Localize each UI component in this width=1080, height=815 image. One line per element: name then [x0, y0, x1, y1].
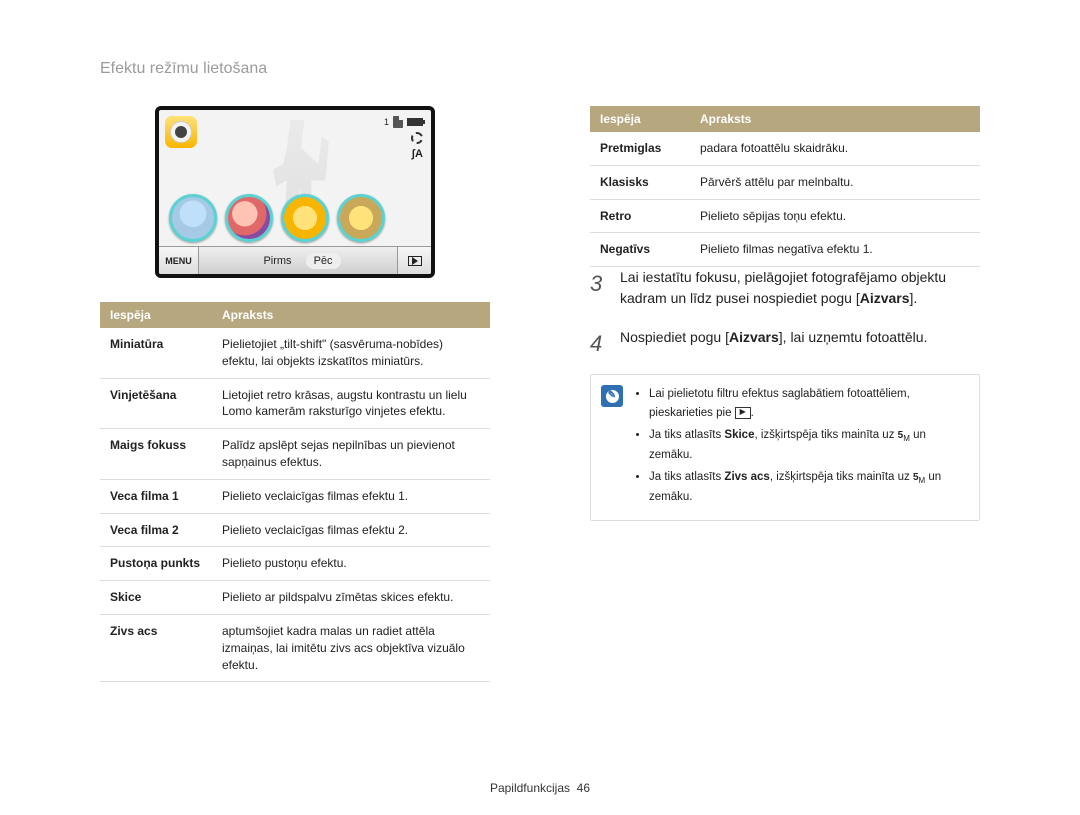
step-number: 3: [590, 267, 608, 309]
effect-thumbnails[interactable]: [169, 194, 385, 242]
playback-icon: ▶: [735, 407, 751, 419]
page-footer: Papildfunkcijas 46: [0, 781, 1080, 795]
shot-count: 1: [384, 117, 389, 127]
battery-icon: [407, 118, 423, 126]
note-item: Ja tiks atlasīts Skice, izšķirtspēja tik…: [649, 426, 967, 464]
table-row: SkicePielieto ar pildspalvu zīmētas skic…: [100, 581, 490, 615]
thumb-4[interactable]: [337, 194, 385, 242]
step-4: 4 Nospiediet pogu [Aizvars], lai uzņemtu…: [590, 327, 980, 360]
gear-icon: [411, 132, 423, 144]
effects-table-left: Iespēja Apraksts MiniatūraPielietojiet „…: [100, 302, 490, 682]
step-number: 4: [590, 327, 608, 360]
table-row: KlasisksPārvērš attēlu par melnbaltu.: [590, 165, 980, 199]
table-row: Maigs fokussPalīdz apslēpt sejas nepilnī…: [100, 429, 490, 480]
note-item: Lai pielietotu filtru efektus saglabātie…: [649, 385, 967, 422]
before-label: Pirms: [255, 253, 299, 269]
col-desc: Apraksts: [212, 302, 490, 328]
col-desc: Apraksts: [690, 106, 980, 132]
table-row: Veca filma 1Pielieto veclaicīgas filmas …: [100, 479, 490, 513]
table-row: Zivs acsaptumšojiet kadra malas un radie…: [100, 614, 490, 681]
table-row: RetroPielieto sēpijas toņu efektu.: [590, 199, 980, 233]
col-option: Iespēja: [100, 302, 212, 328]
menu-button[interactable]: MENU: [159, 247, 199, 274]
after-label: Pēc: [306, 253, 341, 269]
note-box: ✎ Lai pielietotu filtru efektus saglabāt…: [590, 374, 980, 521]
5m-icon: 5M: [898, 428, 910, 446]
table-row: Pretmiglaspadara fotoattēlu skaidrāku.: [590, 132, 980, 165]
thumb-2[interactable]: [225, 194, 273, 242]
col-option: Iespēja: [590, 106, 690, 132]
thumb-1[interactable]: [169, 194, 217, 242]
info-icon: ✎: [601, 385, 623, 407]
step-3: 3 Lai iestatītu fokusu, pielāgojiet foto…: [590, 267, 980, 309]
thumb-3[interactable]: [281, 194, 329, 242]
play-icon: [408, 256, 422, 266]
table-row: Pustoņa punktsPielieto pustoņu efektu.: [100, 547, 490, 581]
table-row: MiniatūraPielietojiet „tilt-shift" (sasv…: [100, 328, 490, 378]
before-after-toggle[interactable]: Pirms Pēc: [199, 253, 397, 269]
note-item: Ja tiks atlasīts Zivs acs, izšķirtspēja …: [649, 468, 967, 506]
page-title: Efektu režīmu lietošana: [100, 60, 980, 78]
table-row: NegatīvsPielieto filmas negatīva efektu …: [590, 233, 980, 267]
camera-screen: 1 ʃA MENU: [155, 106, 435, 278]
sd-icon: [393, 116, 403, 128]
flash-icon: ʃA: [411, 148, 423, 160]
table-row: VinjetēšanaLietojiet retro krāsas, augst…: [100, 378, 490, 429]
5m-icon: 5M: [913, 470, 925, 488]
table-row: Veca filma 2Pielieto veclaicīgas filmas …: [100, 513, 490, 547]
mode-icon: [165, 116, 197, 148]
playback-button[interactable]: [397, 247, 431, 274]
effects-table-right: Iespēja Apraksts Pretmiglaspadara fotoat…: [590, 106, 980, 267]
